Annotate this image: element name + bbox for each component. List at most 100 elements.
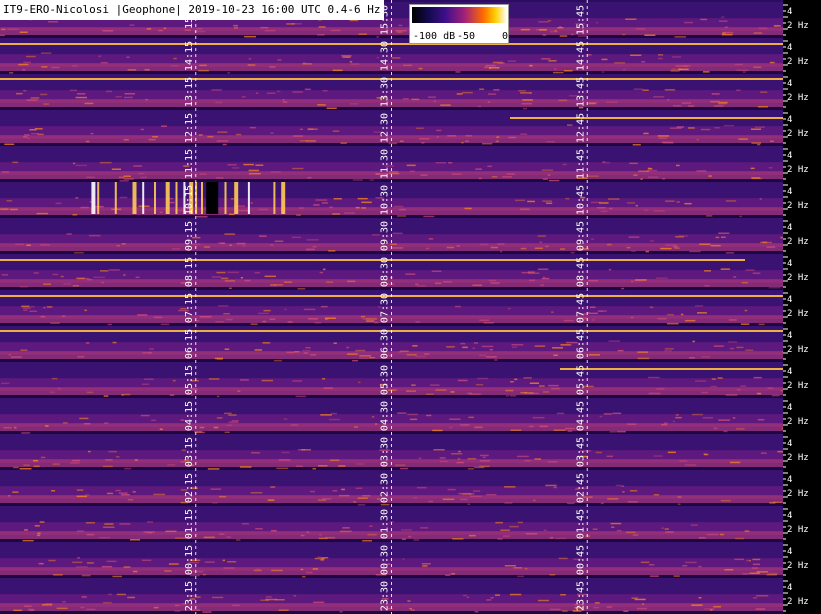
noise-speck	[690, 524, 698, 526]
noise-speck	[305, 347, 311, 349]
noise-speck	[16, 92, 23, 95]
noise-speck	[93, 276, 106, 279]
noise-speck	[550, 30, 558, 33]
noise-speck	[103, 601, 112, 604]
noise-speck	[301, 449, 311, 451]
noise-speck	[551, 311, 554, 313]
noise-speck	[257, 312, 269, 315]
noise-speck	[76, 489, 84, 491]
noise-speck	[588, 312, 598, 315]
noise-speck	[254, 349, 263, 351]
noise-speck	[648, 376, 660, 379]
time-label: 00:45	[575, 545, 586, 575]
noise-speck	[395, 464, 406, 466]
noise-speck	[52, 463, 60, 465]
noise-speck	[169, 201, 175, 204]
noise-speck	[520, 28, 531, 31]
noise-speck	[86, 391, 94, 394]
noise-speck	[101, 281, 105, 284]
noise-speck	[9, 72, 14, 74]
noise-speck	[734, 63, 743, 66]
burst-mark	[247, 182, 250, 214]
noise-speck	[255, 164, 264, 166]
noise-speck	[698, 597, 702, 599]
noise-speck	[767, 387, 774, 389]
noise-speck	[318, 26, 326, 28]
noise-speck	[320, 414, 332, 416]
noise-speck	[558, 99, 568, 102]
noise-speck	[43, 283, 51, 285]
noise-speck	[758, 323, 765, 326]
noise-speck	[403, 64, 412, 67]
noise-speck	[593, 606, 600, 609]
noise-speck	[545, 484, 557, 487]
noise-speck	[442, 281, 453, 283]
noise-speck	[675, 414, 679, 416]
noise-speck	[61, 315, 66, 317]
frequency-tick-label: 4	[787, 547, 792, 557]
noise-speck	[98, 55, 101, 57]
noise-speck	[228, 213, 235, 216]
noise-speck	[72, 214, 78, 216]
noise-speck	[504, 565, 516, 567]
time-label: 06:30	[380, 329, 391, 359]
noise-speck	[237, 390, 241, 392]
noise-speck	[339, 530, 352, 533]
noise-speck	[313, 204, 320, 206]
noise-speck	[29, 609, 35, 612]
spectrogram-row	[0, 398, 788, 434]
noise-speck	[733, 276, 737, 278]
noise-speck	[359, 355, 372, 357]
noise-speck	[323, 387, 333, 389]
noise-speck	[694, 305, 704, 307]
noise-speck	[508, 136, 517, 139]
time-label: 08:30	[380, 257, 391, 287]
frequency-tick-label: 4	[787, 511, 792, 521]
noise-speck	[751, 142, 762, 144]
noise-speck	[502, 535, 510, 537]
noise-speck	[710, 385, 717, 388]
noise-speck	[101, 565, 113, 568]
noise-speck	[489, 349, 493, 351]
noise-speck	[509, 395, 517, 397]
noise-speck	[538, 21, 550, 23]
noise-speck	[494, 359, 498, 361]
noise-speck	[270, 486, 276, 488]
chart-title: IT9-ERO-Nicolosi |Geophone| 2019-10-23 1…	[0, 0, 384, 20]
noise-speck	[325, 536, 336, 539]
noise-speck	[529, 382, 539, 384]
noise-speck	[86, 140, 90, 143]
noise-speck	[418, 67, 423, 70]
time-label: 23:45	[575, 581, 586, 611]
noise-speck	[490, 597, 494, 599]
noise-speck	[616, 529, 622, 532]
noise-speck	[631, 250, 636, 252]
noise-speck	[750, 128, 762, 130]
noise-speck	[53, 574, 63, 576]
noise-speck	[507, 307, 511, 310]
noise-speck	[397, 412, 407, 414]
noise-speck	[402, 558, 405, 560]
noise-speck	[159, 428, 163, 430]
noise-speck	[20, 349, 28, 351]
noise-speck	[538, 599, 549, 602]
noise-speck	[465, 135, 473, 137]
noise-speck	[70, 462, 80, 464]
noise-speck	[555, 537, 567, 540]
noise-speck	[313, 601, 325, 604]
noise-speck	[432, 429, 443, 432]
noise-speck	[742, 71, 746, 73]
noise-speck	[390, 243, 397, 245]
noise-speck	[328, 250, 336, 252]
noise-speck	[596, 21, 599, 24]
noise-speck	[534, 458, 541, 460]
noise-speck	[24, 134, 30, 136]
noise-speck	[9, 208, 18, 211]
noise-speck	[470, 495, 482, 498]
noise-speck	[696, 138, 699, 141]
noise-speck	[358, 381, 361, 384]
noise-speck	[40, 244, 50, 246]
noise-speck	[33, 460, 39, 462]
noise-speck	[123, 96, 133, 99]
noise-speck	[542, 34, 547, 36]
